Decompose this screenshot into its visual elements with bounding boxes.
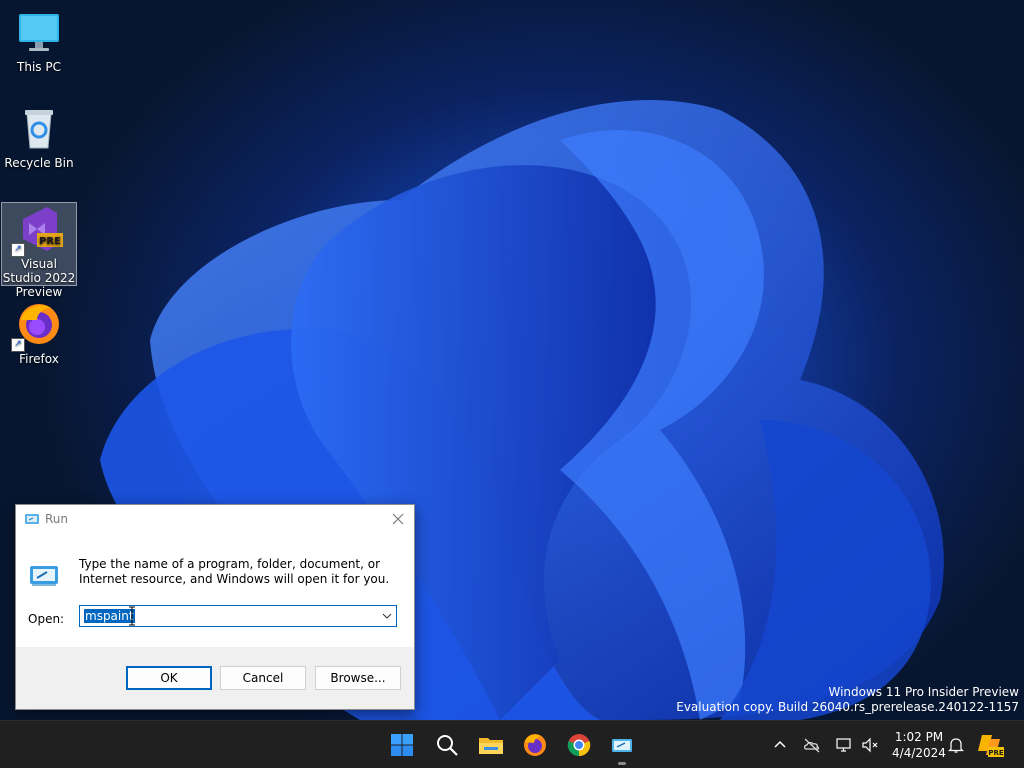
- file-explorer-button[interactable]: [475, 729, 507, 761]
- search-icon: [437, 735, 458, 756]
- chrome-taskbar-button[interactable]: [563, 729, 595, 761]
- cancel-button[interactable]: Cancel: [220, 666, 306, 690]
- copilot-button[interactable]: PRE: [976, 731, 1004, 759]
- desktop-icon-label: This PC: [17, 60, 61, 74]
- pre-badge-text: PRE: [39, 236, 61, 247]
- firefox-taskbar-button[interactable]: [519, 729, 551, 761]
- notification-bell-icon[interactable]: [946, 735, 966, 755]
- browse-button[interactable]: Browse...: [315, 666, 401, 690]
- open-label: Open:: [28, 612, 65, 626]
- chrome-icon: [567, 734, 591, 757]
- watermark-line-1: Windows 11 Pro Insider Preview: [828, 685, 1019, 699]
- open-combobox[interactable]: mspaint: [79, 605, 397, 627]
- close-icon[interactable]: [390, 511, 406, 527]
- run-icon: [25, 514, 39, 524]
- copilot-icon: PRE: [978, 735, 1004, 757]
- shortcut-arrow-icon: ↗: [11, 243, 25, 257]
- desktop-icon-recycle-bin[interactable]: Recycle Bin: [1, 104, 77, 170]
- taskbar: 1:02 PM 4/4/2024 PRE: [0, 720, 1024, 768]
- firefox-icon: [524, 734, 546, 756]
- firefox-icon: ↗: [11, 300, 63, 352]
- ok-button[interactable]: OK: [126, 666, 212, 690]
- volume-mute-icon[interactable]: [860, 735, 880, 755]
- start-button[interactable]: [386, 729, 418, 761]
- chevron-down-icon[interactable]: [382, 611, 392, 621]
- this-pc-icon: [15, 8, 63, 56]
- text-cursor-icon: [129, 606, 135, 626]
- shortcut-arrow-icon: ↗: [11, 338, 25, 352]
- visual-studio-icon: PRE ↗: [11, 205, 63, 257]
- watermark-line-2: Evaluation copy. Build 26040.rs_prerelea…: [676, 700, 1019, 714]
- onedrive-icon[interactable]: [802, 735, 822, 755]
- run-icon: [612, 739, 632, 752]
- desktop-icon-label: Visual Studio 2022 Preview: [2, 257, 76, 299]
- desktop-icon-visual-studio[interactable]: PRE ↗ Visual Studio 2022 Preview: [1, 202, 77, 299]
- recycle-bin-icon: [15, 104, 63, 152]
- open-input-value[interactable]: mspaint: [84, 609, 135, 623]
- start-icon: [391, 734, 413, 756]
- run-description: Type the name of a program, folder, docu…: [79, 557, 390, 586]
- desktop-icon-this-pc[interactable]: This PC: [1, 8, 77, 74]
- clock[interactable]: 1:02 PM 4/4/2024: [884, 729, 954, 761]
- run-taskbar-button[interactable]: [606, 729, 638, 761]
- run-title: Run: [45, 512, 69, 526]
- file-explorer-icon: [479, 738, 503, 754]
- run-title-bar[interactable]: Run: [16, 505, 414, 533]
- network-icon[interactable]: [834, 735, 854, 755]
- desktop-icon-firefox[interactable]: ↗ Firefox: [1, 300, 77, 366]
- clock-time: 1:02 PM: [894, 730, 944, 744]
- copilot-pre-badge: PRE: [988, 749, 1004, 757]
- active-app-indicator: [618, 762, 626, 765]
- chevron-up-icon[interactable]: [770, 735, 790, 755]
- run-body: Type the name of a program, folder, docu…: [16, 533, 414, 647]
- run-program-icon: [30, 566, 58, 586]
- search-button[interactable]: [431, 729, 463, 761]
- clock-date: 4/4/2024: [892, 746, 946, 760]
- desktop-icon-label: Recycle Bin: [4, 156, 74, 170]
- evaluation-watermark: Windows 11 Pro Insider Preview Evaluatio…: [676, 685, 1019, 715]
- desktop-icon-label: Firefox: [19, 352, 59, 366]
- run-dialog: Run Type the name of a program, folder, …: [15, 504, 415, 710]
